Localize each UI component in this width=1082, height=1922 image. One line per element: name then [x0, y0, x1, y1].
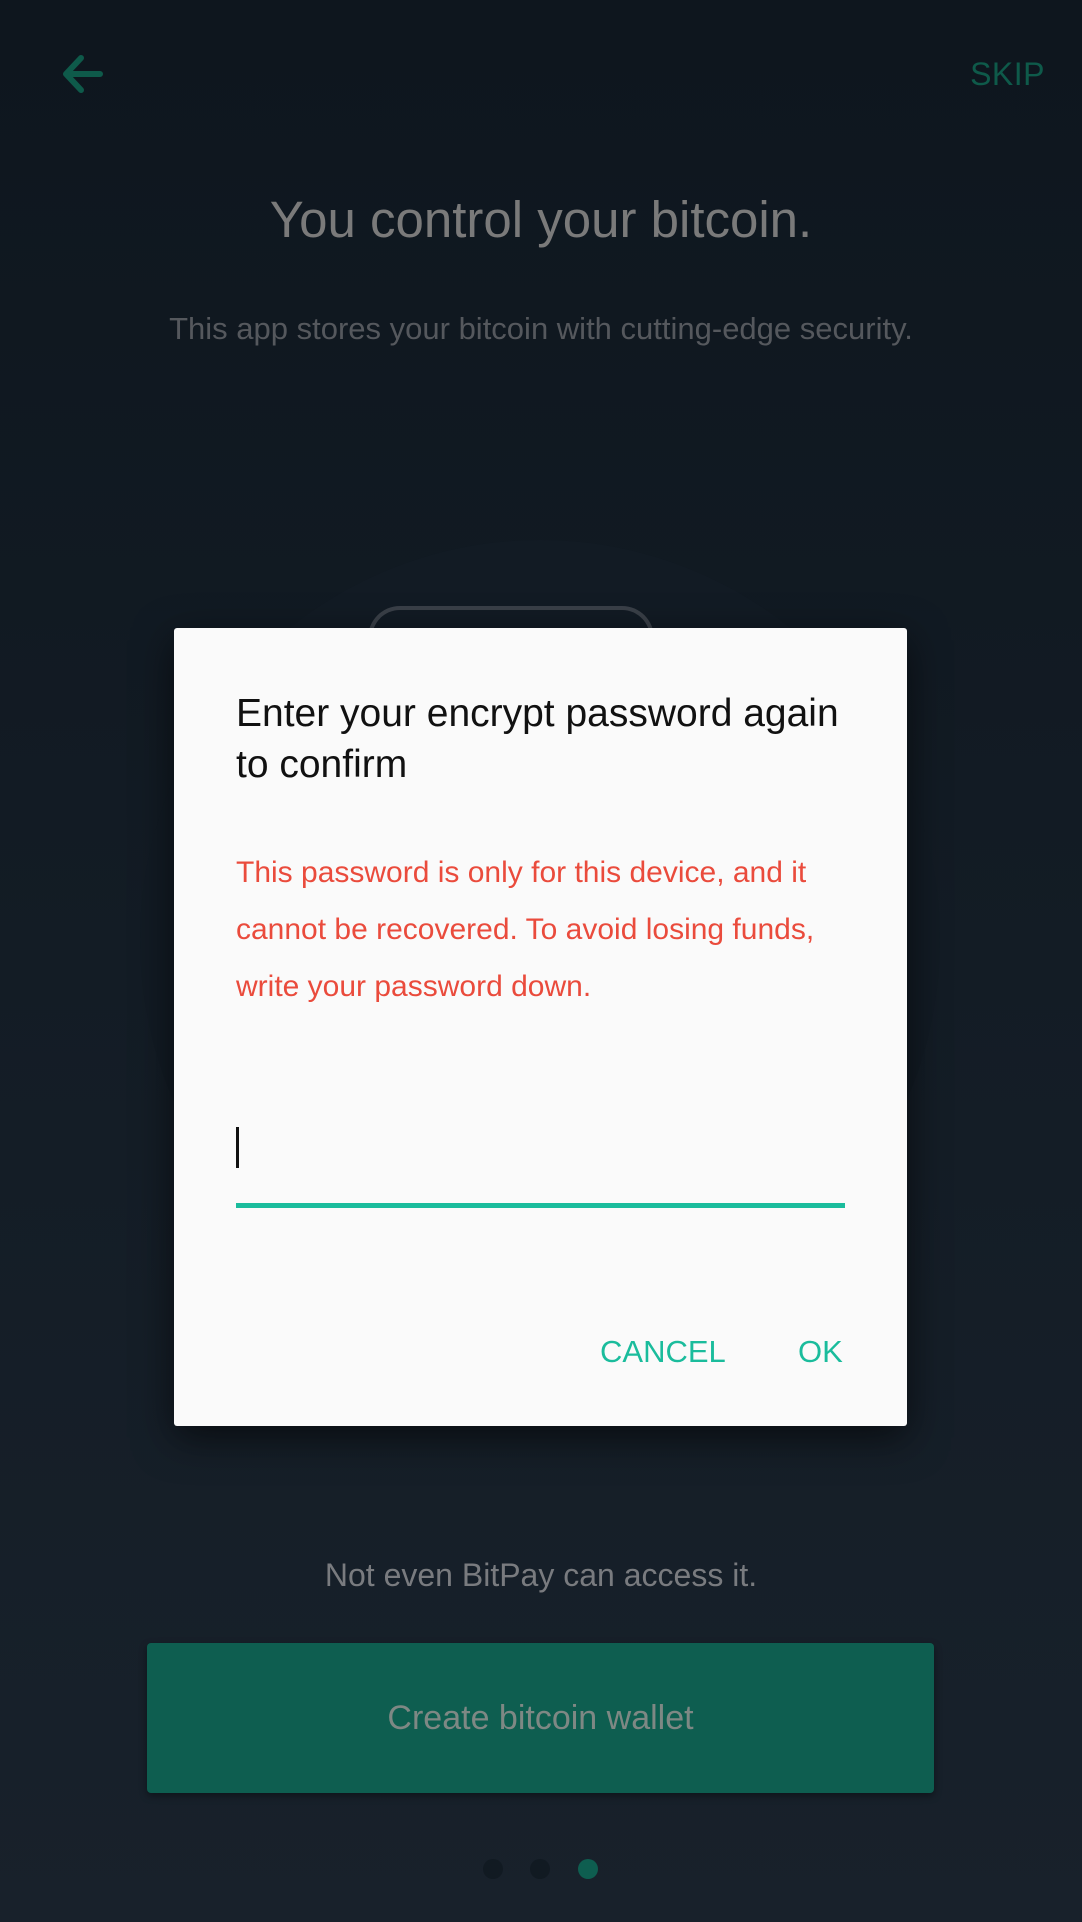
skip-button[interactable]: SKIP — [970, 56, 1045, 93]
password-input[interactable] — [236, 1118, 845, 1208]
arrow-left-icon — [63, 55, 103, 93]
pager-dot-3-active[interactable] — [578, 1859, 598, 1879]
text-cursor — [236, 1127, 239, 1168]
back-button[interactable] — [60, 52, 106, 96]
cancel-button[interactable]: CANCEL — [600, 1334, 726, 1370]
pager-dot-2[interactable] — [530, 1859, 550, 1879]
confirm-password-dialog: Enter your encrypt password again to con… — [174, 628, 907, 1426]
dialog-title: Enter your encrypt password again to con… — [236, 692, 839, 786]
create-wallet-label: Create bitcoin wallet — [387, 1698, 694, 1737]
input-underline — [236, 1203, 845, 1208]
pager-dot-1[interactable] — [483, 1859, 503, 1879]
footer-text: Not even BitPay can access it. — [324, 1557, 758, 1593]
page-title: You control your bitcoin. — [269, 191, 813, 248]
ok-button[interactable]: OK — [798, 1334, 843, 1370]
create-wallet-button[interactable]: Create bitcoin wallet — [147, 1643, 934, 1793]
page-subtitle: This app stores your bitcoin with cuttin… — [169, 311, 913, 346]
dialog-warning-message: This password is only for this device, a… — [236, 856, 815, 1003]
